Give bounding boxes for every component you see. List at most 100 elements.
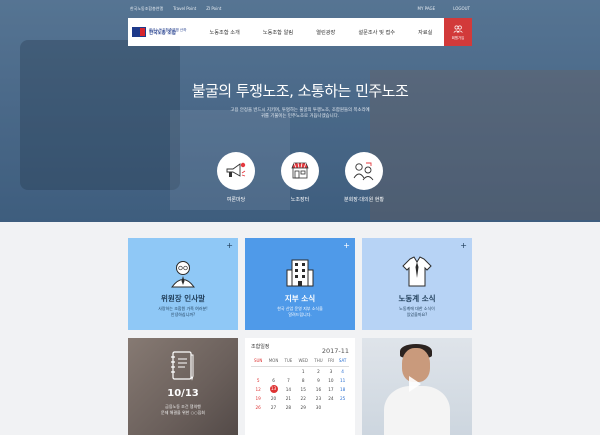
plus-icon[interactable]: +: [343, 241, 350, 250]
card-president-greeting[interactable]: + 위원장 인사말 사랑하는 조합원 가족 여러분! 안녕하십니까?: [128, 238, 238, 330]
top-link-federation[interactable]: 한국노동조합총연맹: [130, 6, 163, 12]
hero-banner: 한국노동조합총연맹 Travel Point ZI Point MY PAGE …: [0, 0, 600, 222]
main-navigation: 한국노동조합총연맹 산하 한국노총 조합 노동조합 소개 노동조합 알림 열린광…: [128, 18, 472, 46]
calendar-day[interactable]: 26: [251, 403, 265, 412]
nav-menu: 노동조합 소개 노동조합 알림 열린광장 설문조사 및 접수 자료실: [198, 29, 444, 36]
calendar-day[interactable]: 19: [251, 394, 265, 403]
calendar-day[interactable]: 20: [265, 394, 281, 403]
calendar-day: [326, 403, 337, 412]
calendar-day[interactable]: 17: [326, 385, 337, 394]
hero-subtext: 고용 안정을 반드시 지키며, 투명하는 불굴의 투쟁노조, 조합원들의 목소리…: [0, 108, 600, 120]
person-body: [384, 386, 450, 435]
weekday-fri: FRI: [325, 357, 337, 367]
calendar-day: [265, 367, 281, 376]
card-desc-line2: 알려드립니다.: [288, 311, 312, 317]
building-icon: [286, 259, 314, 287]
calendar-day: [282, 367, 295, 376]
calendar-day[interactable]: 12: [251, 385, 265, 394]
member-label: 회원가입: [451, 35, 465, 40]
top-link-zi-point[interactable]: ZI Point: [206, 6, 221, 12]
calendar-day[interactable]: 15: [295, 385, 311, 394]
weekday-sat: SAT: [336, 357, 349, 367]
nav-item-archive[interactable]: 자료실: [418, 29, 432, 36]
weekday-thu: THU: [311, 357, 326, 367]
card-description: 사랑하는 조합원 가족 여러분! 안녕하십니까?: [128, 306, 238, 317]
card-title: 지부 소식: [284, 294, 316, 303]
calendar-day[interactable]: 29: [295, 403, 311, 412]
my-page-link[interactable]: MY PAGE: [418, 6, 436, 11]
calendar-day[interactable]: 23: [311, 394, 325, 403]
leader-icon: [171, 261, 195, 288]
logo-line2: 한국노총 조합: [149, 31, 176, 36]
plus-icon[interactable]: +: [460, 241, 467, 250]
top-link-travel-point[interactable]: Travel Point: [173, 6, 196, 12]
calendar-day[interactable]: 14: [282, 385, 295, 394]
card-desc-line2: 안녕하십니까?: [170, 311, 196, 317]
card-title: 위원장 인사말: [160, 294, 205, 303]
calendar-day[interactable]: 11: [336, 376, 349, 385]
calendar-day[interactable]: 22: [295, 394, 311, 403]
calendar-day[interactable]: 10: [326, 376, 337, 385]
nav-item-notice[interactable]: 노동조합 알림: [263, 29, 293, 36]
quick-link-market[interactable]: 노조장터: [276, 152, 324, 203]
calendar-day[interactable]: 7: [282, 376, 295, 385]
event-desc-line2: 문제 해결을 위한 ○○집회: [161, 409, 205, 415]
card-description: 한국 산업 운영 지부 소식을 알려드립니다.: [245, 306, 355, 317]
calendar-day[interactable]: 8: [295, 376, 311, 385]
quick-link-representatives[interactable]: 분회장·대의원 현황: [340, 152, 388, 203]
calendar-day[interactable]: 2: [311, 367, 325, 376]
calendar-day[interactable]: 25: [336, 394, 349, 403]
nav-item-about[interactable]: 노동조합 소개: [210, 29, 240, 36]
calendar-week: 26 27 28 29 30: [251, 403, 349, 412]
event-panel[interactable]: 10/13 금융노동 조건 쟁의행 문제 해결을 위한 ○○집회: [128, 338, 238, 435]
calendar-day[interactable]: 13: [265, 385, 281, 394]
notebook-icon: [171, 351, 194, 381]
nav-item-survey[interactable]: 설문조사 및 접수: [358, 29, 395, 36]
card-labor-news[interactable]: + 노동계 소식 노동계에 대한 소식이 있었을까요?: [362, 238, 472, 330]
member-button[interactable]: 회원가입: [444, 18, 472, 46]
card-title: 노동계 소식: [398, 294, 436, 303]
calendar-day[interactable]: 9: [311, 376, 325, 385]
plus-icon[interactable]: +: [226, 241, 233, 250]
weekday-sun: SUN: [251, 357, 266, 367]
calendar-day[interactable]: 4: [336, 367, 349, 376]
logo-text: 한국노동조합총연맹 산하 한국노총 조합: [149, 28, 187, 36]
users-icon: [453, 25, 463, 33]
weekday-mon: MON: [265, 357, 282, 367]
calendar-day[interactable]: 21: [282, 394, 295, 403]
calendar-day: [336, 403, 349, 412]
people-icon: [353, 162, 374, 181]
calendar-day[interactable]: 30: [311, 403, 325, 412]
calendar-day[interactable]: 5: [251, 376, 265, 385]
play-icon[interactable]: [409, 376, 421, 392]
calendar-day[interactable]: 18: [336, 385, 349, 394]
calendar-week: 1234: [251, 367, 349, 376]
quick-link-opinion[interactable]: 여론마당: [212, 152, 260, 203]
site-logo[interactable]: 한국노동조합총연맹 산하 한국노총 조합: [128, 18, 198, 46]
calendar-week: 12 13 14 15 16 17 18: [251, 385, 349, 394]
calendar-week: 5 6 7 8 9 10 11: [251, 376, 349, 385]
calendar-day[interactable]: 6: [265, 376, 281, 385]
calendar-day[interactable]: 3: [326, 367, 337, 376]
event-date: 10/13: [167, 388, 199, 399]
calendar-day[interactable]: 27: [265, 403, 281, 412]
hero-subtext-line2: 귀를 기울이는 민주노조로 거듭나겠습니다.: [260, 114, 340, 119]
calendar-day[interactable]: 1: [295, 367, 311, 376]
card-description: 노동계에 대한 소식이 있었을까요?: [362, 306, 472, 317]
calendar-day[interactable]: 16: [311, 385, 325, 394]
calendar-week: 19 20 21 22 23 24 25: [251, 394, 349, 403]
card-branch-news[interactable]: + 지부 소식 한국 산업 운영 지부 소식을 알려드립니다.: [245, 238, 355, 330]
calendar-day[interactable]: 28: [282, 403, 295, 412]
logout-link[interactable]: LOGOUT: [453, 6, 470, 11]
store-icon: [291, 162, 309, 179]
calendar-title: 조합일정: [251, 344, 270, 350]
quick-link-market-label: 노조장터: [290, 197, 310, 203]
event-description: 금융노동 조건 쟁의행 문제 해결을 위한 ○○집회: [128, 404, 238, 415]
calendar-month[interactable]: 2017-11: [322, 347, 349, 355]
megaphone-icon: [226, 162, 246, 177]
hero-headline: 불굴의 투쟁노조, 소통하는 민주노조: [191, 82, 409, 100]
weekday-tue: TUE: [281, 357, 296, 367]
calendar-day[interactable]: 24: [326, 394, 337, 403]
video-thumbnail[interactable]: [362, 338, 472, 435]
nav-item-open-forum[interactable]: 열린광장: [316, 29, 335, 36]
